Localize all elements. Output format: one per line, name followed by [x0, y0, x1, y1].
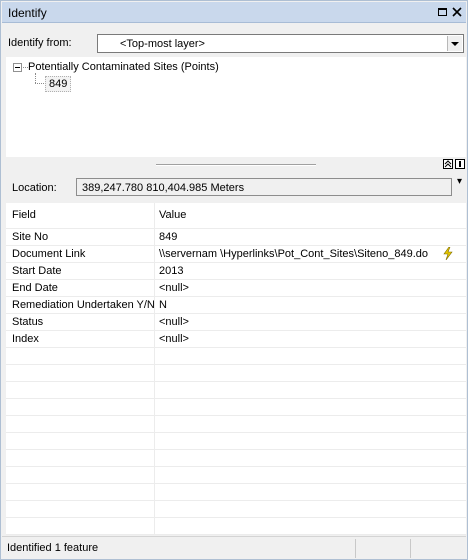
value-cell: <null>	[159, 316, 189, 328]
chevron-down-icon[interactable]	[447, 36, 462, 51]
layout-icon[interactable]	[455, 159, 465, 169]
status-bar: Identified 1 feature	[2, 536, 466, 559]
field-cell: Document Link	[12, 248, 86, 260]
status-separator	[355, 539, 356, 558]
field-cell: Index	[12, 333, 39, 345]
value-cell: 849	[159, 231, 178, 243]
identify-from-value: <Top-most layer>	[120, 38, 205, 50]
tree-connector	[35, 73, 36, 83]
table-row[interactable]: Document Link \\servernam \Hyperlinks\Po…	[6, 246, 466, 263]
tree-layer-node[interactable]: Potentially Contaminated Sites (Points)	[28, 61, 219, 73]
empty-row	[6, 399, 466, 416]
results-tree: Potentially Contaminated Sites (Points) …	[6, 57, 466, 157]
table-row[interactable]: End Date <null>	[6, 280, 466, 297]
tree-connector	[35, 83, 44, 84]
value-cell: <null>	[159, 333, 189, 345]
location-row: Location: 389,247.780 810,404.985 Meters…	[6, 173, 466, 201]
attributes-grid: Field Value Site No 849 Document Link \\…	[6, 203, 466, 535]
table-row[interactable]: Site No 849	[6, 229, 466, 246]
identify-from-label: Identify from:	[8, 37, 72, 49]
tree-feature-node[interactable]: 849	[45, 76, 72, 92]
empty-row	[6, 433, 466, 450]
pane-splitter[interactable]	[6, 157, 466, 171]
title-bar[interactable]: Identify	[2, 2, 466, 23]
identify-window: Identify Identify from: <Top-most layer>…	[0, 0, 468, 560]
value-cell: N	[159, 299, 167, 311]
value-cell: 2013	[159, 265, 184, 277]
window-title: Identify	[8, 6, 47, 20]
field-cell: Start Date	[12, 265, 62, 277]
close-icon[interactable]	[450, 5, 464, 19]
table-row[interactable]: Start Date 2013	[6, 263, 466, 280]
location-label: Location:	[12, 182, 57, 194]
empty-row	[6, 518, 466, 535]
empty-row	[6, 467, 466, 484]
empty-row	[6, 450, 466, 467]
identify-from-row: Identify from: <Top-most layer>	[2, 23, 466, 55]
empty-row	[6, 484, 466, 501]
expand-all-icon[interactable]	[443, 159, 453, 169]
empty-row	[6, 382, 466, 399]
empty-row	[6, 416, 466, 433]
table-row[interactable]: Status <null>	[6, 314, 466, 331]
lightning-icon[interactable]	[443, 247, 453, 260]
field-column-header[interactable]: Field	[12, 209, 36, 221]
field-cell: Status	[12, 316, 44, 328]
field-cell: Site No	[12, 231, 49, 243]
value-column-header[interactable]: Value	[159, 209, 186, 221]
collapse-icon[interactable]	[13, 63, 22, 72]
identify-from-select[interactable]: <Top-most layer>	[97, 34, 464, 53]
value-cell: <null>	[159, 282, 189, 294]
restore-icon[interactable]	[435, 5, 449, 19]
location-menu-icon[interactable]: ▾	[457, 176, 462, 187]
grid-header-row: Field Value	[6, 203, 466, 229]
empty-row	[6, 365, 466, 382]
status-text: Identified 1 feature	[7, 542, 99, 554]
location-value: 389,247.780 810,404.985 Meters	[82, 182, 245, 194]
hyperlink-value-cell[interactable]: \\servernam \Hyperlinks\Pot_Cont_Sites\S…	[159, 248, 428, 260]
empty-row	[6, 501, 466, 518]
splitter-grip[interactable]	[156, 164, 316, 166]
table-row[interactable]: Remediation Undertaken Y/N N	[6, 297, 466, 314]
field-cell: Remediation Undertaken Y/N	[12, 299, 155, 311]
field-cell: End Date	[12, 282, 58, 294]
status-separator	[410, 539, 411, 558]
location-field: 389,247.780 810,404.985 Meters	[76, 178, 452, 196]
empty-row	[6, 348, 466, 365]
table-row[interactable]: Index <null>	[6, 331, 466, 348]
